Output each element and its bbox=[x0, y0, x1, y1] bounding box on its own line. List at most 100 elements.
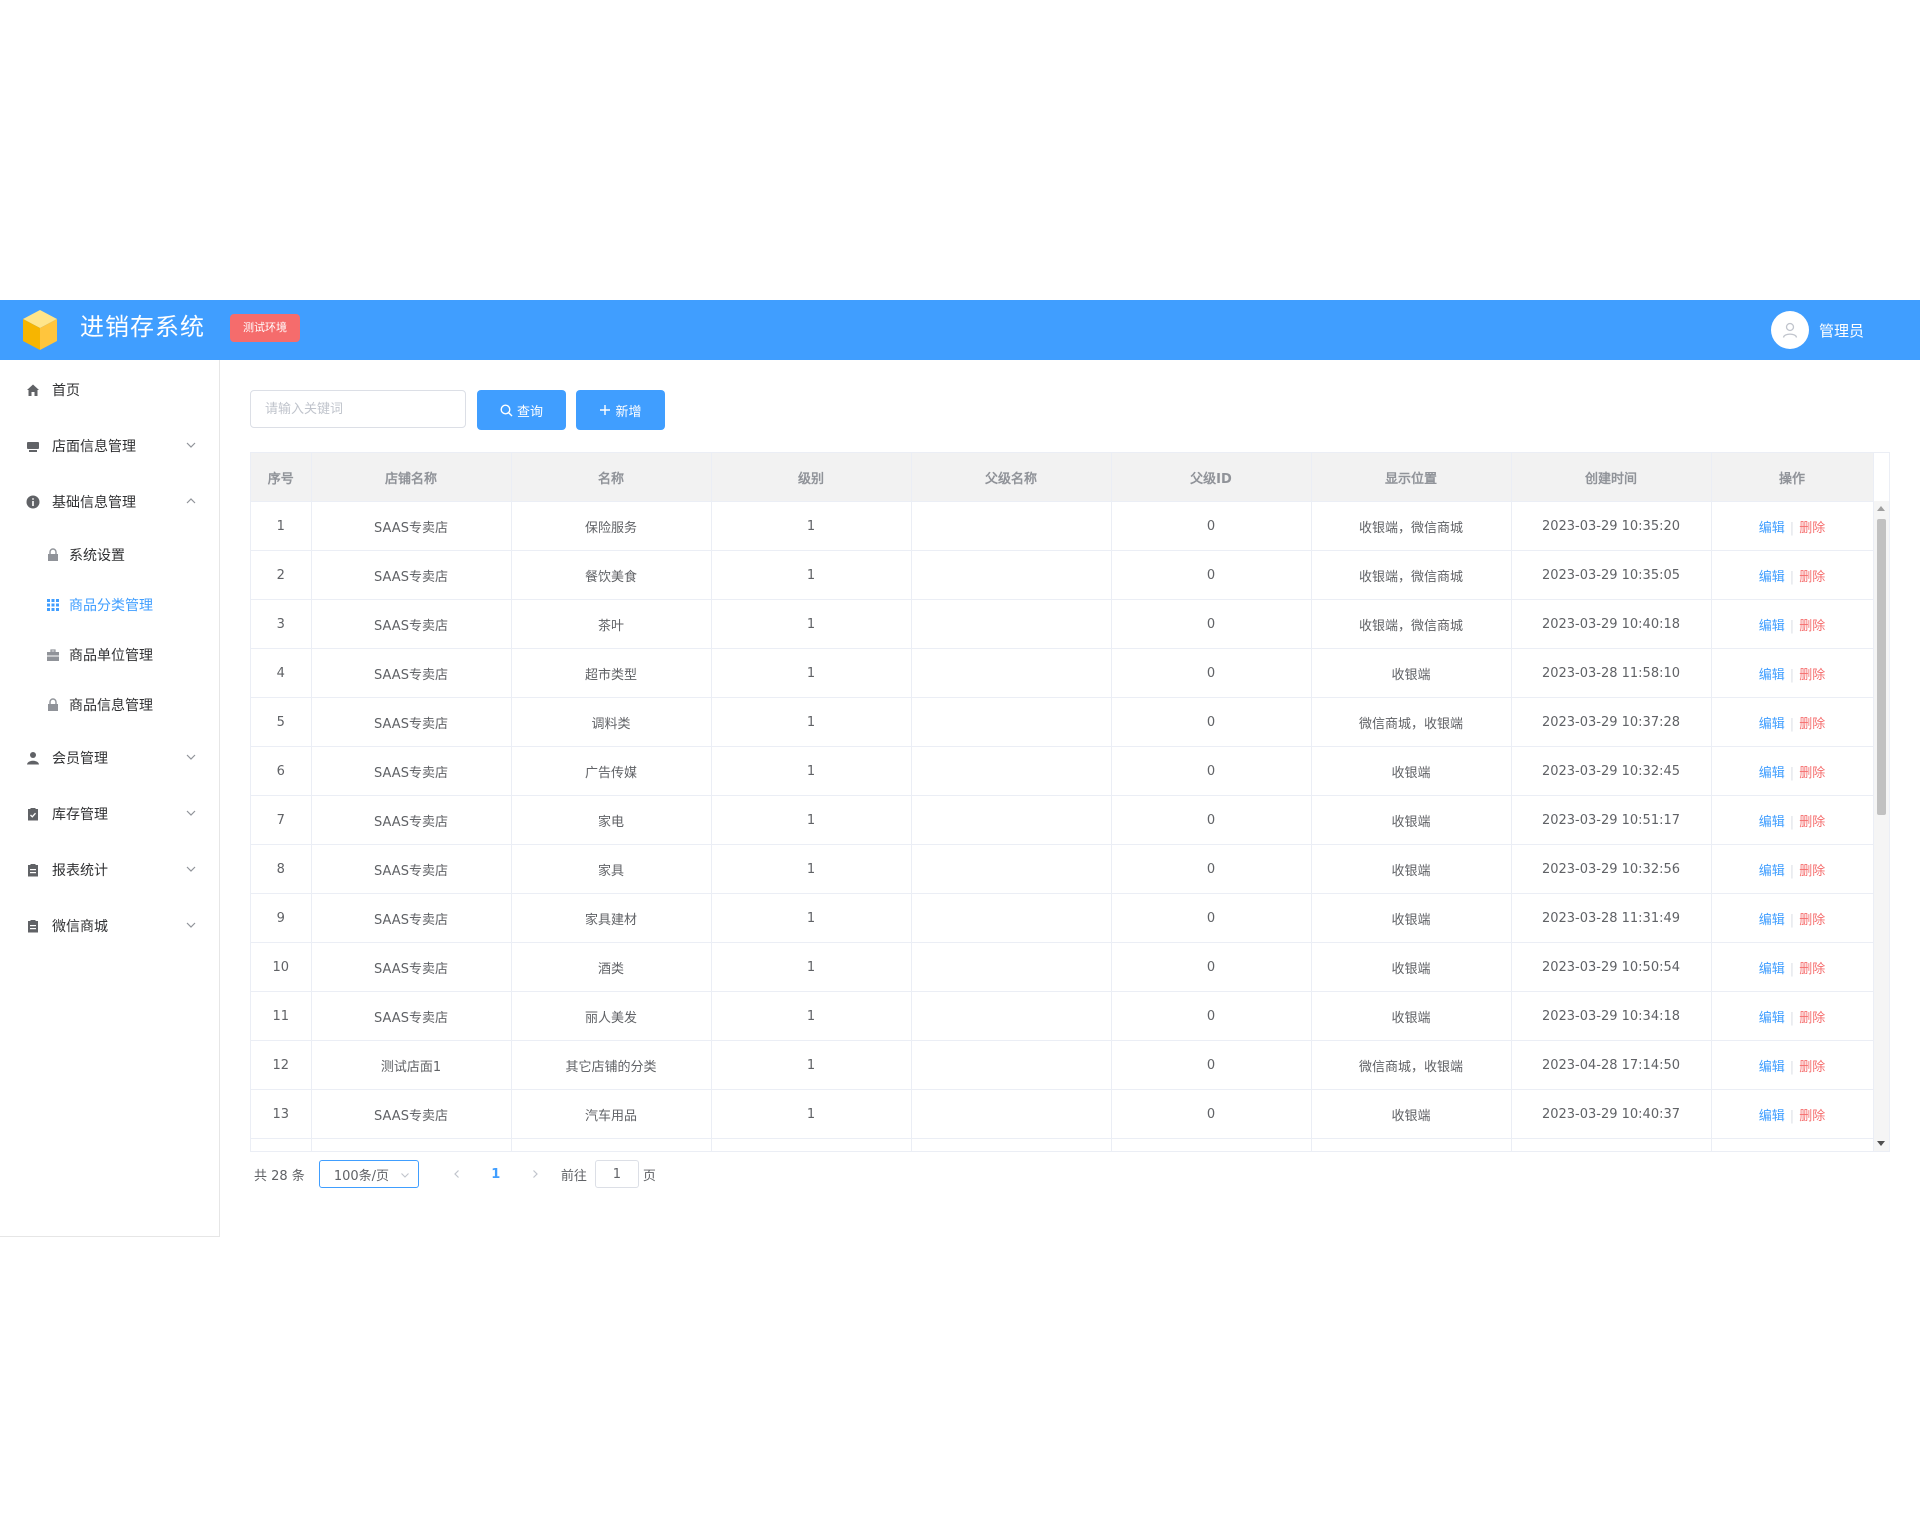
table-row[interactable]: 12 测试店面1 其它店铺的分类 1 0 微信商城，收银端 2023-04-28 17:14… bbox=[251, 1040, 1874, 1090]
edit-link[interactable]: 编辑 bbox=[1759, 619, 1785, 634]
delete-link[interactable]: 删除 bbox=[1799, 668, 1825, 683]
scroll-up-arrow-icon[interactable] bbox=[1877, 506, 1885, 511]
table-row[interactable]: 6 SAAS专卖店 广告传媒 1 0 收银端 2023-03-29 10:32:45 编辑 | 删… bbox=[251, 746, 1874, 796]
delete-link[interactable]: 删除 bbox=[1799, 864, 1825, 879]
sidebar-item-product-info[interactable]: 商品信息管理 bbox=[0, 685, 219, 725]
sidebar-item-basic-info[interactable]: 基础信息管理 bbox=[0, 482, 219, 522]
page-size-select[interactable]: 100条/页 bbox=[318, 1160, 419, 1188]
goto-page-input[interactable] bbox=[594, 1160, 639, 1188]
delete-link[interactable]: 删除 bbox=[1799, 766, 1825, 781]
edit-link[interactable]: 编辑 bbox=[1759, 668, 1785, 683]
table-cell: 0 bbox=[1111, 501, 1312, 551]
edit-link[interactable]: 编辑 bbox=[1759, 1109, 1785, 1124]
page-size-value: 100条/页 bbox=[333, 1168, 390, 1184]
table-cell: 9 bbox=[251, 893, 312, 943]
table-row[interactable]: 10 SAAS专卖店 酒类 1 0 收银端 2023-03-29 10:50:54 编辑 | 删除 bbox=[251, 942, 1874, 992]
edit-link[interactable]: 编辑 bbox=[1759, 864, 1785, 879]
sidebar-item-store-info[interactable]: 店面信息管理 bbox=[0, 426, 219, 466]
edit-link[interactable]: 编辑 bbox=[1759, 766, 1785, 781]
search-input[interactable] bbox=[250, 390, 466, 428]
edit-link[interactable]: 编辑 bbox=[1759, 570, 1785, 585]
table-cell: 1 bbox=[711, 746, 912, 796]
table-cell: 0 bbox=[1111, 893, 1312, 943]
table-cell: 酒类 bbox=[511, 942, 712, 992]
table-row[interactable]: 11 SAAS专卖店 丽人美发 1 0 收银端 2023-03-29 10:34:18 编辑 |… bbox=[251, 991, 1874, 1041]
sidebar-item-member-mgmt[interactable]: 会员管理 bbox=[0, 738, 219, 778]
sidebar-item-home[interactable]: 首页 bbox=[0, 370, 219, 410]
table-scrollbar[interactable] bbox=[1874, 501, 1889, 1151]
add-button[interactable]: 新增 bbox=[576, 390, 665, 430]
table-cell: 7 bbox=[251, 795, 312, 845]
sidebar-item-label: 报表统计 bbox=[52, 863, 108, 879]
table-cell: 1 bbox=[711, 991, 912, 1041]
edit-link[interactable]: 编辑 bbox=[1759, 1011, 1785, 1026]
sidebar-item-system-settings[interactable]: 系统设置 bbox=[0, 535, 219, 575]
next-page-button[interactable] bbox=[521, 1160, 549, 1188]
table-row[interactable]: 7 SAAS专卖店 家电 1 0 收银端 2023-03-29 10:51:17 编辑 | 删除 bbox=[251, 795, 1874, 845]
table-cell bbox=[911, 746, 1112, 796]
column-header: 操作 bbox=[1711, 453, 1874, 502]
table-cell: 收银端 bbox=[1311, 942, 1512, 992]
page-number[interactable]: 1 bbox=[471, 1167, 521, 1182]
table-cell: 5 bbox=[251, 697, 312, 747]
table-row[interactable] bbox=[251, 1138, 1874, 1151]
delete-link[interactable]: 删除 bbox=[1799, 1011, 1825, 1026]
scrollbar-thumb[interactable] bbox=[1877, 519, 1886, 815]
query-button[interactable]: 查询 bbox=[477, 390, 566, 430]
table-row[interactable]: 3 SAAS专卖店 茶叶 1 0 收银端，微信商城 2023-03-29 10:40:18 编… bbox=[251, 599, 1874, 649]
prev-page-button[interactable] bbox=[443, 1160, 471, 1188]
delete-link[interactable]: 删除 bbox=[1799, 619, 1825, 634]
action-divider: | bbox=[1789, 520, 1795, 536]
delete-link[interactable]: 删除 bbox=[1799, 521, 1825, 536]
sidebar-item-wechat-mall[interactable]: 微信商城 bbox=[0, 906, 219, 946]
table-cell bbox=[911, 1040, 1112, 1090]
briefcase-icon bbox=[45, 647, 61, 663]
table-cell: SAAS专卖店 bbox=[311, 893, 512, 943]
table-cell: 8 bbox=[251, 844, 312, 894]
column-header: 店铺名称 bbox=[311, 453, 512, 502]
actions-cell: 编辑 | 删除 bbox=[1711, 746, 1874, 796]
table-cell bbox=[1511, 1138, 1712, 1151]
actions-cell: 编辑 | 删除 bbox=[1711, 599, 1874, 649]
actions-cell: 编辑 | 删除 bbox=[1711, 501, 1874, 551]
user-name[interactable]: 管理员 bbox=[1819, 320, 1864, 341]
table-cell: 收银端 bbox=[1311, 746, 1512, 796]
table-row[interactable]: 13 SAAS专卖店 汽车用品 1 0 收银端 2023-03-29 10:40:37 编辑 |… bbox=[251, 1089, 1874, 1139]
sidebar-item-inventory-mgmt[interactable]: 库存管理 bbox=[0, 794, 219, 834]
action-divider: | bbox=[1789, 1059, 1795, 1075]
sidebar-item-unit-mgmt[interactable]: 商品单位管理 bbox=[0, 635, 219, 675]
table-cell: 其它店铺的分类 bbox=[511, 1040, 712, 1090]
delete-link[interactable]: 删除 bbox=[1799, 1109, 1825, 1124]
delete-link[interactable]: 删除 bbox=[1799, 913, 1825, 928]
edit-link[interactable]: 编辑 bbox=[1759, 521, 1785, 536]
table-cell: 0 bbox=[1111, 1040, 1312, 1090]
sidebar-item-label: 商品信息管理 bbox=[69, 698, 153, 714]
edit-link[interactable]: 编辑 bbox=[1759, 815, 1785, 830]
edit-link[interactable]: 编辑 bbox=[1759, 962, 1785, 977]
table-row[interactable]: 8 SAAS专卖店 家具 1 0 收银端 2023-03-29 10:32:56 编辑 | 删除 bbox=[251, 844, 1874, 894]
delete-link[interactable]: 删除 bbox=[1799, 717, 1825, 732]
sidebar-item-category-mgmt[interactable]: 商品分类管理 bbox=[0, 585, 219, 625]
table-cell bbox=[251, 1138, 312, 1151]
delete-link[interactable]: 删除 bbox=[1799, 962, 1825, 977]
delete-link[interactable]: 删除 bbox=[1799, 570, 1825, 585]
scroll-down-arrow-icon[interactable] bbox=[1877, 1141, 1885, 1146]
table-cell bbox=[911, 893, 1112, 943]
table-cell: 测试店面1 bbox=[311, 1040, 512, 1090]
edit-link[interactable]: 编辑 bbox=[1759, 1060, 1785, 1075]
user-menu[interactable]: 管理员 bbox=[1770, 310, 1864, 350]
table-cell: 2023-03-29 10:35:05 bbox=[1511, 550, 1712, 600]
table-row[interactable]: 2 SAAS专卖店 餐饮美食 1 0 收银端，微信商城 2023-03-29 10:35:0… bbox=[251, 550, 1874, 600]
table-row[interactable]: 9 SAAS专卖店 家具建材 1 0 收银端 2023-03-28 11:31:49 编辑 | 删… bbox=[251, 893, 1874, 943]
table-row[interactable]: 4 SAAS专卖店 超市类型 1 0 收银端 2023-03-28 11:58:10 编辑 | 删… bbox=[251, 648, 1874, 698]
avatar[interactable] bbox=[1770, 311, 1809, 349]
table-row[interactable]: 1 SAAS专卖店 保险服务 1 0 收银端，微信商城 2023-03-29 10:35:2… bbox=[251, 501, 1874, 551]
table-row[interactable]: 5 SAAS专卖店 调料类 1 0 微信商城，收银端 2023-03-29 10:37:28… bbox=[251, 697, 1874, 747]
table-cell: 11 bbox=[251, 991, 312, 1041]
edit-link[interactable]: 编辑 bbox=[1759, 913, 1785, 928]
table-cell bbox=[911, 501, 1112, 551]
sidebar-item-reports[interactable]: 报表统计 bbox=[0, 850, 219, 890]
edit-link[interactable]: 编辑 bbox=[1759, 717, 1785, 732]
delete-link[interactable]: 删除 bbox=[1799, 1060, 1825, 1075]
delete-link[interactable]: 删除 bbox=[1799, 815, 1825, 830]
